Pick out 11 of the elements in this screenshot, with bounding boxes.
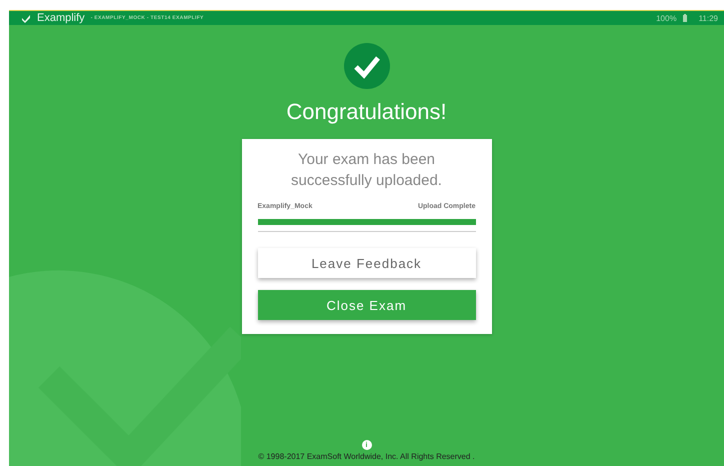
app-name: Examplify xyxy=(37,12,85,24)
feedback-button[interactable]: Leave Feedback xyxy=(258,248,476,278)
logo-icon xyxy=(21,14,31,22)
heading: Congratulations! xyxy=(286,99,447,125)
clock: 11:29 xyxy=(698,14,718,22)
battery-level: 100% xyxy=(656,14,677,22)
upload-message: Your exam has been successfully uploaded. xyxy=(290,150,443,191)
copyright: © 1998-2017 ExamSoft Worldwide, Inc. All Rights Reserved . xyxy=(258,452,475,461)
check-circle-icon xyxy=(344,43,390,89)
battery-icon xyxy=(682,14,687,22)
close-exam-button[interactable]: Close Exam xyxy=(258,290,476,320)
